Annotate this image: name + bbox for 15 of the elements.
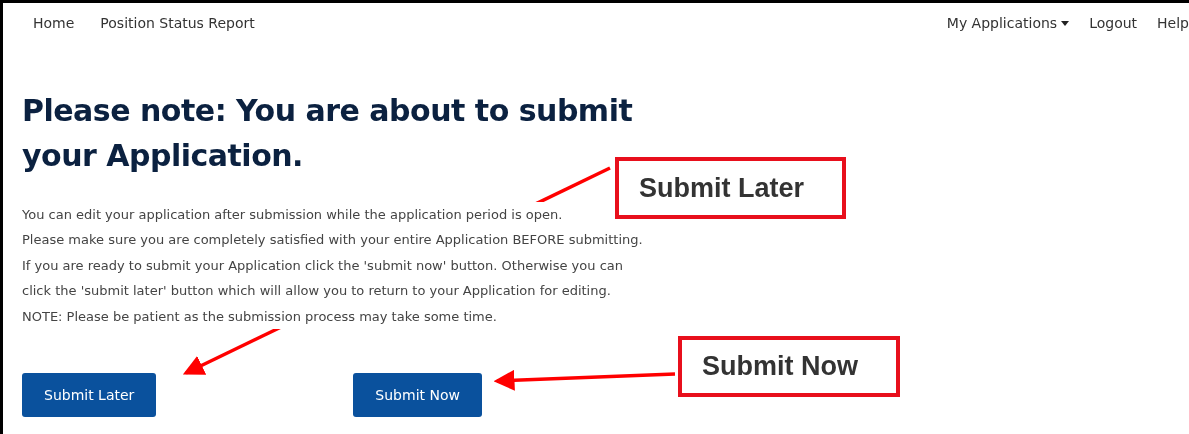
applications-menu[interactable]: My Applications [946,15,1070,31]
nav-link[interactable]: Help [1157,15,1189,31]
nav-link[interactable]: Logout [1089,15,1138,31]
notice-text: Please make sure you are completely satisfied with your entire Application BEFORE submitting. [22,227,643,253]
nav-link[interactable]: Home [33,15,75,31]
submit-button[interactable]: Submit Now [353,373,482,418]
notice-text: If you are ready to submit your Application click the 'submit now' button. Otherwise you can [22,252,623,279]
caret-icon [1061,20,1070,26]
notice-text: You can edit your application after submission while the application period is open. [22,202,563,228]
notice-text: click the 'submit later' button which will allow you to return to your Application for editing. [22,278,611,304]
notice-text: NOTE: Please be patient as the submission process may take some time. [22,303,497,330]
submit-button[interactable]: Submit Later [22,373,157,418]
nav-link[interactable]: Position Status Report [100,15,255,31]
callout-label: Submit Now [678,336,900,397]
callout-label: Submit Later [615,157,846,219]
